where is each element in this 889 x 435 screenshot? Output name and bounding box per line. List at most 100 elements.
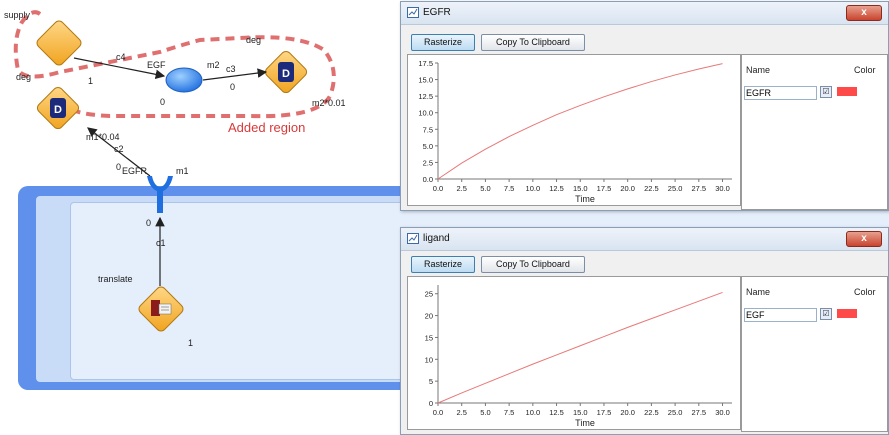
legend-color-header: Color bbox=[854, 65, 876, 75]
y-tick-label: 0 bbox=[429, 399, 433, 408]
close-button[interactable]: x bbox=[846, 231, 882, 247]
c1-label: c1 bbox=[156, 238, 166, 248]
x-tick-label: 12.5 bbox=[549, 184, 564, 193]
y-tick-label: 15 bbox=[425, 333, 433, 342]
translate-node[interactable] bbox=[137, 285, 185, 333]
ligand-line-chart: 0.0 2.5 5.0 7.5 10.0 12.5 15.0 17.5 20.0 22.5 25.0… bbox=[425, 285, 732, 428]
x-tick-label: 7.5 bbox=[504, 408, 514, 417]
x-tick-label: 22.5 bbox=[644, 184, 659, 193]
legend-name-header: Name bbox=[746, 65, 771, 75]
x-tick-label: 10.0 bbox=[526, 408, 541, 417]
egf-species[interactable] bbox=[165, 67, 203, 93]
y-tick-label: 5.0 bbox=[423, 142, 433, 151]
close-button[interactable]: x bbox=[846, 5, 882, 21]
chart-window-icon bbox=[407, 233, 419, 244]
x-tick-label: 15.0 bbox=[573, 184, 588, 193]
ligand-window-title: ligand bbox=[423, 233, 450, 244]
chart-window-icon bbox=[407, 7, 419, 18]
degradation-node-left[interactable]: D bbox=[35, 85, 80, 130]
egfr-label: EGFR bbox=[122, 166, 148, 176]
egfr-value: 0 bbox=[116, 162, 122, 172]
svg-text:D: D bbox=[54, 104, 62, 116]
y-tick-label: 10.0 bbox=[418, 109, 433, 118]
x-tick-label: 20.0 bbox=[620, 408, 635, 417]
legend-series-name: EGFR bbox=[744, 86, 817, 100]
egfr-plot-window[interactable]: EGFR x Rasterize Copy To Clipboard 0.0 2.… bbox=[400, 1, 889, 211]
y-tick-label: 25 bbox=[425, 290, 433, 299]
ligand-plot-window[interactable]: ligand x Rasterize Copy To Clipboard 0.0… bbox=[400, 227, 889, 435]
series-color-swatch[interactable] bbox=[837, 87, 857, 96]
x-tick-label: 10.0 bbox=[526, 184, 541, 193]
x-tick-label: 2.5 bbox=[456, 408, 466, 417]
egfr-line-chart: 0.0 2.5 5.0 7.5 10.0 12.5 15.0 17.5 20.0 22.5 25.0… bbox=[418, 59, 732, 204]
egfr-window-titlebar[interactable]: EGFR x bbox=[401, 2, 888, 25]
egf-label: EGF bbox=[147, 60, 166, 70]
y-tick-label: 0.0 bbox=[423, 175, 433, 184]
degradation-node-top[interactable]: D bbox=[263, 49, 308, 94]
translate-label: translate bbox=[98, 274, 133, 284]
x-axis-label: Time bbox=[575, 194, 595, 204]
ligand-window-titlebar[interactable]: ligand x bbox=[401, 228, 888, 251]
supply-value: 1 bbox=[88, 76, 94, 86]
deg-rate-label: m2*0.01 bbox=[312, 98, 346, 108]
x-tick-label: 17.5 bbox=[597, 408, 612, 417]
legend-row: EGF ☑ bbox=[742, 307, 887, 322]
svg-text:D: D bbox=[282, 68, 290, 80]
x-tick-label: 30.0 bbox=[715, 184, 730, 193]
x-tick-label: 20.0 bbox=[620, 184, 635, 193]
rasterize-button[interactable]: Rasterize bbox=[411, 34, 475, 51]
y-tick-label: 15.0 bbox=[418, 76, 433, 85]
c2-label: c2 bbox=[114, 144, 124, 154]
c3-value: 0 bbox=[230, 82, 236, 92]
copy-to-clipboard-button[interactable]: Copy To Clipboard bbox=[481, 34, 585, 51]
reaction-network: D D bbox=[13, 10, 336, 333]
x-tick-label: 0.0 bbox=[433, 408, 443, 417]
x-tick-label: 27.5 bbox=[692, 184, 707, 193]
y-tick-label: 5 bbox=[429, 377, 433, 386]
egf-value: 0 bbox=[160, 97, 166, 107]
ligand-legend: Name Color EGF ☑ bbox=[741, 276, 888, 432]
x-tick-label: 5.0 bbox=[480, 408, 490, 417]
m1-value: 0 bbox=[146, 218, 152, 228]
y-tick-label: 17.5 bbox=[418, 59, 433, 68]
series-line bbox=[437, 63, 723, 180]
series-visible-checkbox[interactable]: ☑ bbox=[820, 308, 832, 320]
deg-label-top: deg bbox=[246, 35, 262, 45]
series-color-swatch[interactable] bbox=[837, 309, 857, 318]
ligand-plot-area: 0.0 2.5 5.0 7.5 10.0 12.5 15.0 17.5 20.0 22.5 25.0… bbox=[407, 276, 741, 430]
c4-label: c4 bbox=[116, 52, 126, 62]
m1-label: m1 bbox=[176, 166, 189, 176]
x-tick-label: 15.0 bbox=[573, 408, 588, 417]
c3-label: c3 bbox=[226, 64, 236, 74]
y-tick-label: 12.5 bbox=[418, 92, 433, 101]
series-line bbox=[437, 291, 723, 404]
egfr-window-title: EGFR bbox=[423, 7, 451, 18]
y-tick-label: 2.5 bbox=[423, 158, 433, 167]
m2-label: m2 bbox=[207, 60, 220, 70]
x-tick-label: 25.0 bbox=[668, 184, 683, 193]
added-region-annotation: Added region bbox=[228, 120, 306, 135]
c2-rate-label: m1*0.04 bbox=[86, 132, 120, 142]
egfr-plot-area: 0.0 2.5 5.0 7.5 10.0 12.5 15.0 17.5 20.0 22.5 25.0… bbox=[407, 54, 741, 206]
x-tick-label: 27.5 bbox=[692, 408, 707, 417]
x-tick-label: 12.5 bbox=[549, 408, 564, 417]
legend-row: EGFR ☑ bbox=[742, 85, 887, 100]
series-visible-checkbox[interactable]: ☑ bbox=[820, 86, 832, 98]
legend-color-header: Color bbox=[854, 287, 876, 297]
y-tick-label: 7.5 bbox=[423, 125, 433, 134]
x-tick-label: 0.0 bbox=[433, 184, 443, 193]
x-tick-label: 17.5 bbox=[597, 184, 612, 193]
egfr-receptor[interactable] bbox=[147, 176, 173, 213]
supply-label: supply bbox=[4, 10, 31, 20]
rasterize-button[interactable]: Rasterize bbox=[411, 256, 475, 273]
translate-value: 1 bbox=[188, 338, 194, 348]
x-tick-label: 5.0 bbox=[480, 184, 490, 193]
x-tick-label: 2.5 bbox=[456, 184, 466, 193]
supply-node[interactable] bbox=[35, 19, 83, 67]
deg-label-left: deg bbox=[16, 72, 32, 82]
copy-to-clipboard-button[interactable]: Copy To Clipboard bbox=[481, 256, 585, 273]
legend-name-header: Name bbox=[746, 287, 771, 297]
egfr-legend: Name Color EGFR ☑ bbox=[741, 54, 888, 210]
legend-series-name: EGF bbox=[744, 308, 817, 322]
x-tick-label: 25.0 bbox=[668, 408, 683, 417]
